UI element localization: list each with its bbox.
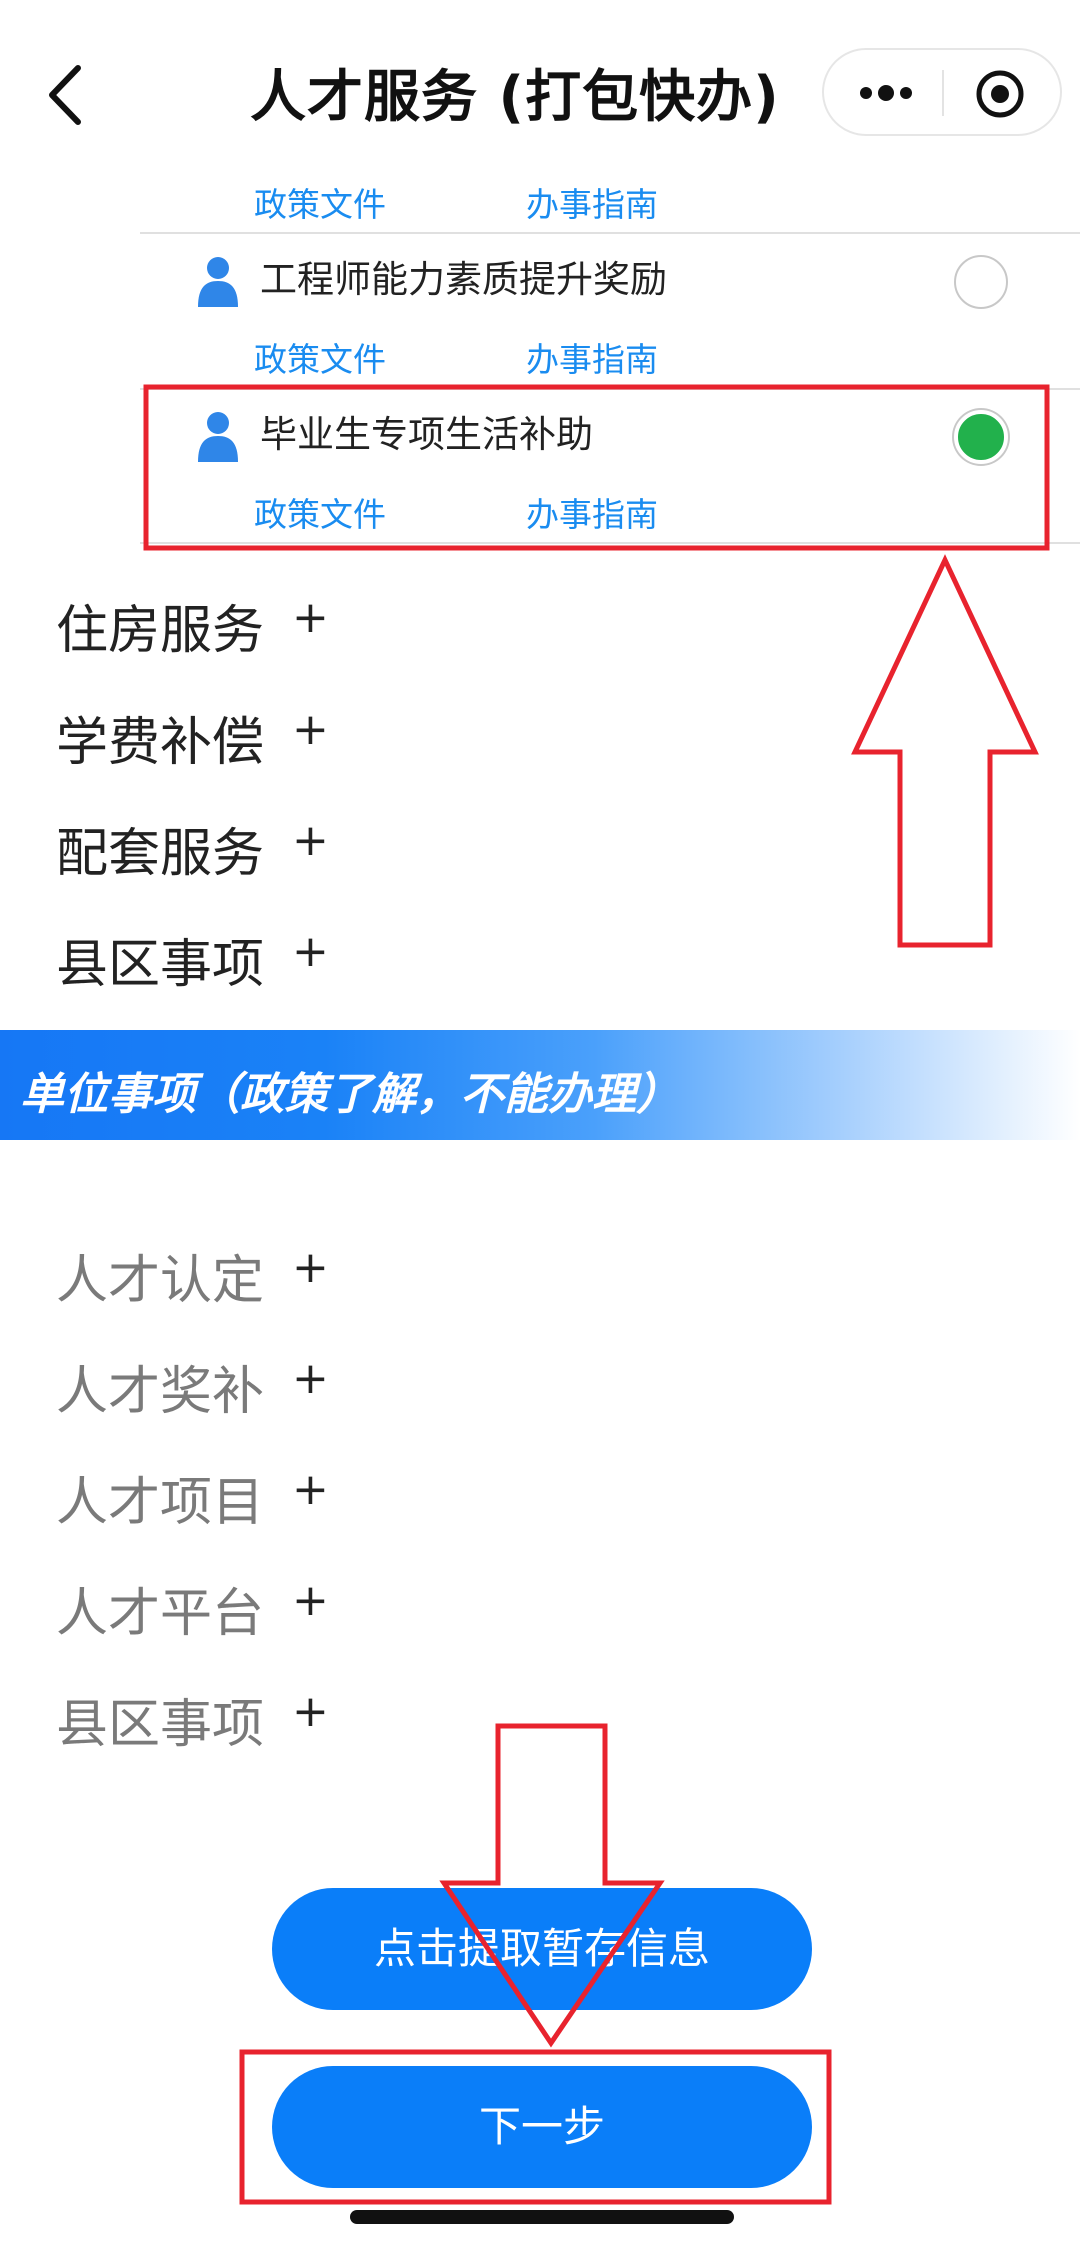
next-step-button[interactable]: 下一步 bbox=[272, 2066, 812, 2188]
expand-toggle[interactable]: + bbox=[292, 1575, 329, 1626]
service-guide-link[interactable]: 办事指南 bbox=[526, 488, 658, 536]
category-county-unit[interactable]: 县区事项 bbox=[56, 1682, 264, 1757]
policy-file-link[interactable]: 政策文件 bbox=[254, 488, 386, 536]
home-indicator bbox=[350, 2210, 734, 2224]
miniprogram-capsule bbox=[822, 48, 1062, 136]
radio-button-selected[interactable] bbox=[954, 410, 1008, 464]
item-label: 工程师能力素质提升奖励 bbox=[260, 258, 667, 301]
section-banner: 单位事项（政策了解，不能办理） bbox=[0, 1030, 1080, 1140]
target-icon[interactable] bbox=[974, 68, 1026, 120]
expand-toggle[interactable]: + bbox=[292, 926, 329, 977]
nav-bar: 人才服务 (打包快办) bbox=[0, 0, 1080, 190]
expand-toggle[interactable]: + bbox=[292, 815, 329, 866]
expand-toggle[interactable]: + bbox=[292, 1686, 329, 1737]
category-talent-recognition[interactable]: 人才认定 bbox=[56, 1238, 264, 1313]
person-icon bbox=[198, 257, 238, 307]
expand-toggle[interactable]: + bbox=[292, 1353, 329, 1404]
category-support[interactable]: 配套服务 bbox=[56, 811, 264, 886]
banner-text: 单位事项（政策了解，不能办理） bbox=[20, 1069, 680, 1120]
service-guide-link[interactable]: 办事指南 bbox=[526, 333, 658, 381]
policy-file-link[interactable]: 政策文件 bbox=[254, 333, 386, 381]
more-dots-icon[interactable] bbox=[856, 78, 916, 108]
policy-file-link[interactable]: 政策文件 bbox=[254, 178, 386, 226]
divider bbox=[140, 542, 1080, 544]
expand-toggle[interactable]: + bbox=[292, 1464, 329, 1515]
fetch-draft-button[interactable]: 点击提取暂存信息 bbox=[272, 1888, 812, 2010]
category-county[interactable]: 县区事项 bbox=[56, 922, 264, 997]
expand-toggle[interactable]: + bbox=[292, 1242, 329, 1293]
capsule-divider bbox=[942, 70, 944, 116]
up-arrow-annotation bbox=[851, 554, 1039, 948]
list-item[interactable]: 工程师能力素质提升奖励 bbox=[0, 235, 1080, 335]
radio-button[interactable] bbox=[954, 255, 1008, 309]
chevron-left-icon[interactable] bbox=[38, 60, 98, 130]
expand-toggle[interactable]: + bbox=[292, 704, 329, 755]
person-icon bbox=[198, 412, 238, 462]
category-talent-subsidy[interactable]: 人才奖补 bbox=[56, 1349, 264, 1424]
category-talent-platform[interactable]: 人才平台 bbox=[56, 1571, 264, 1646]
category-talent-project[interactable]: 人才项目 bbox=[56, 1460, 264, 1535]
expand-toggle[interactable]: + bbox=[292, 592, 329, 643]
page-title: 人才服务 (打包快办) bbox=[250, 65, 780, 130]
list-item[interactable]: 毕业生专项生活补助 bbox=[0, 392, 1080, 492]
category-housing[interactable]: 住房服务 bbox=[56, 588, 264, 663]
divider bbox=[140, 388, 1080, 390]
service-guide-link[interactable]: 办事指南 bbox=[526, 178, 658, 226]
item-label: 毕业生专项生活补助 bbox=[260, 413, 593, 456]
category-tuition[interactable]: 学费补偿 bbox=[56, 700, 264, 775]
divider bbox=[140, 232, 1080, 234]
